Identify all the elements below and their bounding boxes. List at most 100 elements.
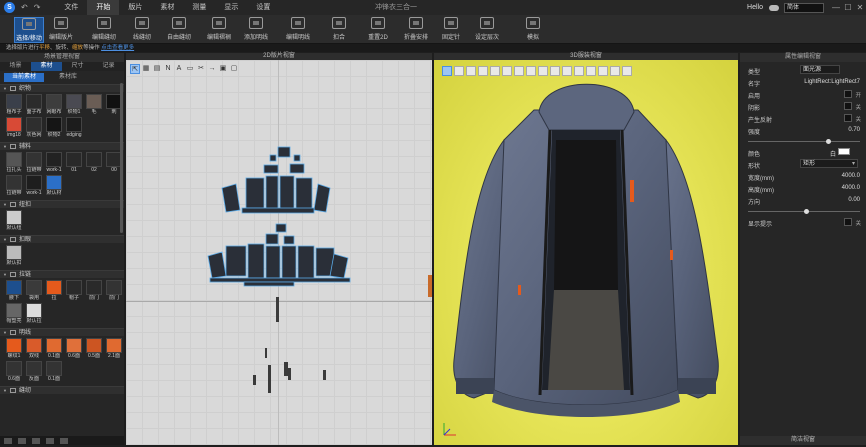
material-swatch[interactable] <box>26 338 42 353</box>
material-item[interactable]: 0.1面 <box>44 338 64 360</box>
slider-knob[interactable] <box>826 139 832 144</box>
collapse-icon[interactable]: ▼ <box>3 271 7 279</box>
material-item[interactable]: 螺纹1 <box>4 338 24 360</box>
minimize-button[interactable]: — <box>830 3 842 12</box>
property-checkbox[interactable] <box>844 90 852 98</box>
color-swatch[interactable] <box>838 148 850 155</box>
section-header[interactable]: ▼ 拉链 <box>0 270 124 278</box>
section-header[interactable]: ▼ 织物 <box>0 84 124 92</box>
material-item[interactable]: 帽子 <box>64 280 84 302</box>
material-item[interactable]: 灰色网 <box>24 117 44 139</box>
property-checkbox[interactable] <box>844 218 852 226</box>
material-swatch[interactable] <box>6 338 22 353</box>
material-item[interactable]: work-1 <box>24 175 44 197</box>
material-swatch[interactable] <box>66 280 82 295</box>
material-swatch[interactable] <box>66 117 82 132</box>
material-swatch[interactable] <box>6 280 22 295</box>
property-slider[interactable] <box>748 209 860 214</box>
tool-edit-pleat[interactable]: 编辑褶裥 <box>205 17 233 43</box>
language-select[interactable]: 简体 <box>784 2 824 13</box>
material-item[interactable]: 默认纽 <box>4 210 24 232</box>
material-swatch[interactable] <box>6 152 22 167</box>
property-field[interactable]: 面光源 <box>800 65 840 74</box>
material-swatch[interactable] <box>66 338 82 353</box>
tool-reset-2d[interactable]: 重置2D <box>364 17 392 43</box>
cloud-icon[interactable] <box>769 4 779 11</box>
material-swatch[interactable] <box>86 280 102 295</box>
panel-tab[interactable]: 场景 <box>0 62 31 71</box>
material-item[interactable]: 拉 <box>44 280 64 302</box>
material-item[interactable]: work-1 <box>44 152 64 174</box>
material-swatch[interactable] <box>6 175 22 190</box>
material-item[interactable]: img18 <box>4 117 24 139</box>
menu-item[interactable]: 素材 <box>151 0 183 15</box>
material-swatch[interactable] <box>46 361 62 376</box>
material-swatch[interactable] <box>46 338 62 353</box>
footer-tool-icon[interactable] <box>46 437 54 444</box>
tool-layer[interactable]: 设定层次 <box>473 17 501 43</box>
material-swatch[interactable] <box>46 152 62 167</box>
material-item[interactable]: 拉链带 <box>24 152 44 174</box>
menu-item[interactable]: 版片 <box>119 0 151 15</box>
tool-edit-pattern[interactable]: 编辑版片 <box>47 17 75 43</box>
footer-tool-icon[interactable] <box>18 437 26 444</box>
material-swatch[interactable] <box>66 94 82 109</box>
pattern-2d-view[interactable]: ⇱ ▦ ▤ N A ▭ ✂ → ▣ ▢ <box>126 60 432 445</box>
user-greeting[interactable]: Hello <box>747 4 763 11</box>
simple-view-button[interactable]: 简洁视窗 <box>740 436 866 445</box>
collapse-icon[interactable]: ▼ <box>3 236 7 244</box>
material-swatch[interactable] <box>26 280 42 295</box>
material-item[interactable]: 前门 <box>104 280 124 302</box>
menu-item[interactable]: 设置 <box>247 0 279 15</box>
material-item[interactable]: 01 <box>64 152 84 174</box>
panel-scrollbar[interactable] <box>120 83 123 233</box>
material-swatch[interactable] <box>66 152 82 167</box>
section-header[interactable]: ▼ 缝纫 <box>0 386 124 394</box>
footer-tool-icon[interactable] <box>32 437 40 444</box>
material-item[interactable]: 2.1面 <box>104 338 124 360</box>
material-swatch[interactable] <box>86 338 102 353</box>
material-swatch[interactable] <box>86 152 102 167</box>
material-swatch[interactable] <box>26 175 42 190</box>
tool-edit-topstitch[interactable]: 编辑明线 <box>284 17 312 43</box>
footer-tool-icon[interactable] <box>60 437 68 444</box>
collapse-icon[interactable]: ▼ <box>3 85 7 93</box>
collapse-icon[interactable]: ▼ <box>3 329 7 337</box>
material-item[interactable]: 拉扎头 <box>4 152 24 174</box>
material-swatch[interactable] <box>26 94 42 109</box>
tool-edit-sewing[interactable]: 编辑缝纫 <box>90 17 118 43</box>
section-header[interactable]: ▼ 纽扣 <box>0 200 124 208</box>
hint-more-link[interactable]: 点击查看更多 <box>101 45 134 51</box>
material-item[interactable]: 双线 <box>24 338 44 360</box>
menu-item[interactable]: 测量 <box>183 0 215 15</box>
property-select[interactable]: 矩形 <box>800 159 858 168</box>
tool-free-sewing[interactable]: 自由缝纫 <box>165 17 193 43</box>
redo-icon[interactable]: ↷ <box>34 3 41 12</box>
close-button[interactable]: ✕ <box>854 3 866 12</box>
material-swatch[interactable] <box>6 303 22 318</box>
material-swatch[interactable] <box>6 210 22 225</box>
material-item[interactable]: 0.6面 <box>4 361 24 383</box>
material-item[interactable]: 毛 <box>84 94 104 116</box>
view-splitter-handle[interactable] <box>428 275 432 297</box>
material-swatch[interactable] <box>6 361 22 376</box>
material-item[interactable]: 前门 <box>84 280 104 302</box>
menu-item[interactable]: 文件 <box>55 0 87 15</box>
material-item[interactable]: 织物2 <box>44 117 64 139</box>
section-header[interactable]: ▼ 扣眼 <box>0 235 124 243</box>
material-swatch[interactable] <box>6 245 22 260</box>
material-swatch[interactable] <box>26 117 42 132</box>
property-slider[interactable] <box>748 139 860 144</box>
collapse-icon[interactable]: ▼ <box>3 387 7 395</box>
material-item[interactable]: 0.5面 <box>84 338 104 360</box>
material-item[interactable]: 网眼布 <box>44 94 64 116</box>
panel-subtab[interactable]: 素材库 <box>48 73 88 82</box>
tool-simulate[interactable]: 模拟 <box>519 17 547 43</box>
material-item[interactable]: 0.1面 <box>44 361 64 383</box>
tool-select-arrow[interactable]: 选择/移动 <box>14 17 44 43</box>
jacket-render[interactable] <box>434 60 738 445</box>
material-swatch[interactable] <box>26 152 42 167</box>
slider-knob[interactable] <box>804 209 809 214</box>
material-item[interactable]: edging <box>64 117 84 139</box>
tool-add-topstitch[interactable]: 添加明线 <box>242 17 270 43</box>
